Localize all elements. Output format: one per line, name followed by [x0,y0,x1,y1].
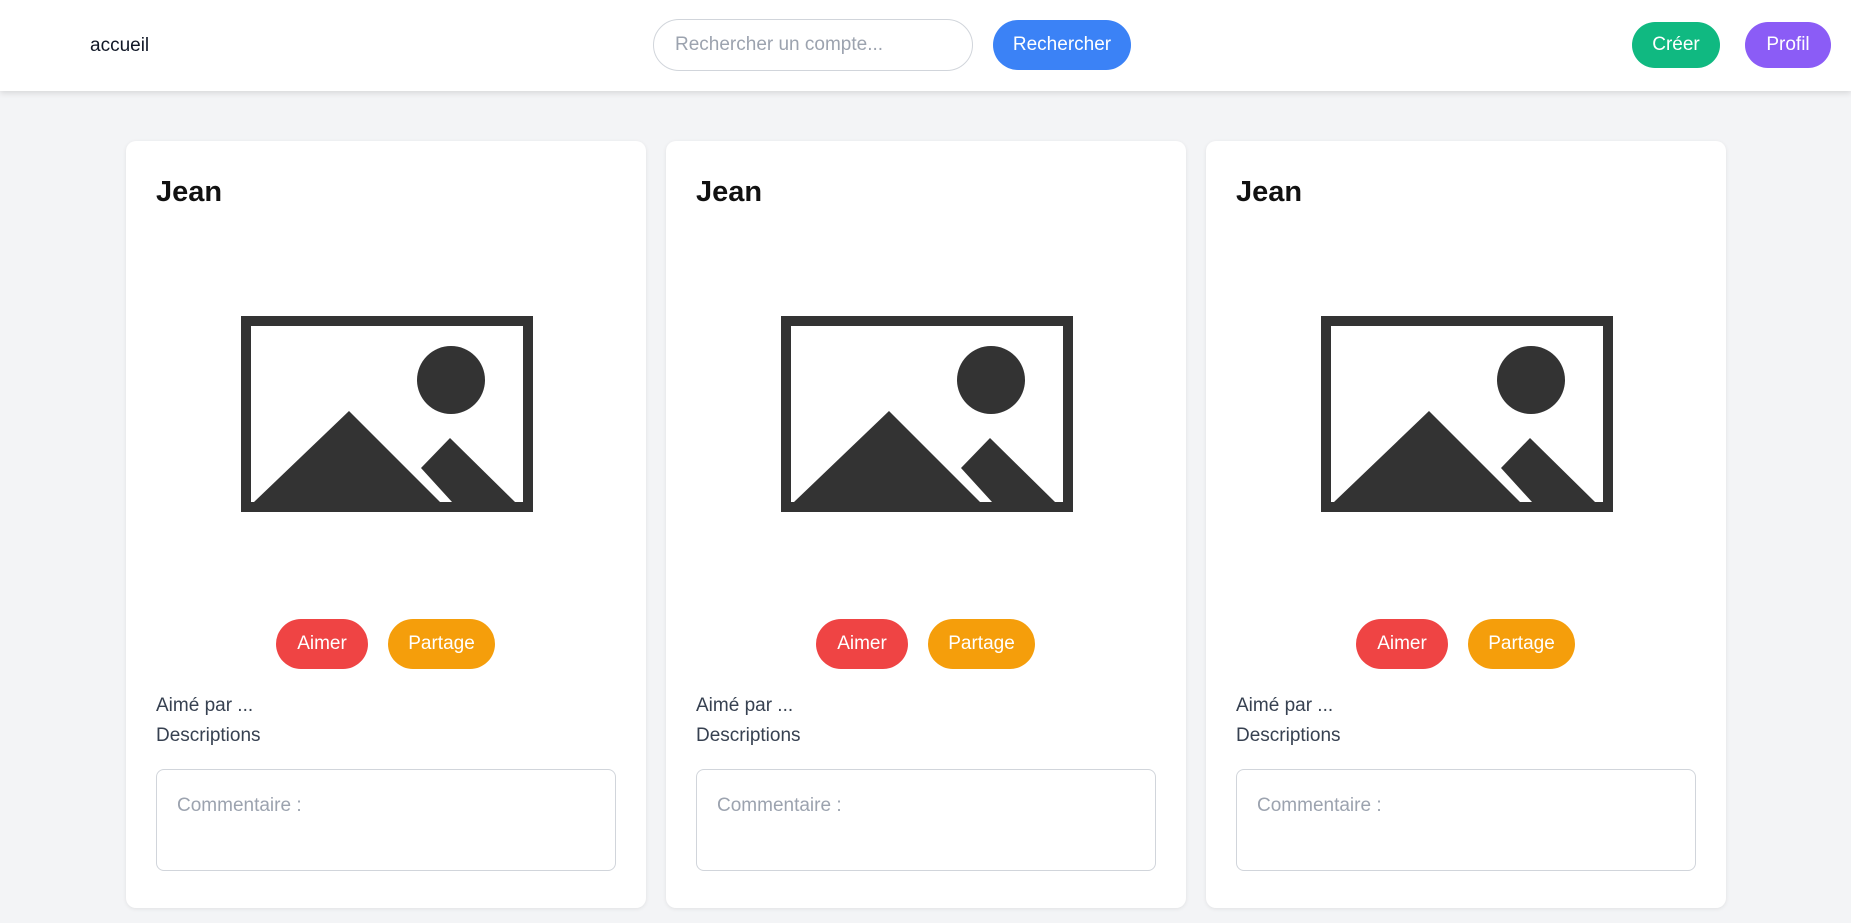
like-button[interactable]: Aimer [1356,619,1448,669]
comment-input[interactable] [156,769,616,871]
image-placeholder-icon [781,316,1073,512]
search-button[interactable]: Rechercher [993,20,1131,70]
post-actions: Aimer Partage [666,619,1186,669]
top-navigation-bar: accueil Rechercher Créer Profil [0,0,1851,91]
liked-by-text: Aimé par ... [156,695,254,716]
liked-by-text: Aimé par ... [1236,695,1334,716]
liked-by-text: Aimé par ... [696,695,794,716]
search-input[interactable] [653,19,973,71]
home-link[interactable]: accueil [90,34,149,58]
like-button[interactable]: Aimer [276,619,368,669]
like-button[interactable]: Aimer [816,619,908,669]
post-card: Jean Aimer Partage Aimé par ... Descript… [1206,141,1726,908]
share-button[interactable]: Partage [1468,619,1575,669]
post-actions: Aimer Partage [1206,619,1726,669]
post-author: Jean [696,176,763,208]
post-card: Jean Aimer Partage Aimé par ... Descript… [666,141,1186,908]
profile-button[interactable]: Profil [1745,22,1831,68]
comment-input[interactable] [696,769,1156,871]
post-author: Jean [1236,176,1303,208]
share-button[interactable]: Partage [928,619,1035,669]
create-button[interactable]: Créer [1632,22,1720,68]
comment-input[interactable] [1236,769,1696,871]
image-placeholder-icon [1321,316,1613,512]
post-description: Descriptions [156,725,261,746]
share-button[interactable]: Partage [388,619,495,669]
post-description: Descriptions [1236,725,1341,746]
post-card: Jean Aimer Partage Aimé par ... Descript… [126,141,646,908]
post-actions: Aimer Partage [126,619,646,669]
post-description: Descriptions [696,725,801,746]
post-author: Jean [156,176,223,208]
image-placeholder-icon [241,316,533,512]
